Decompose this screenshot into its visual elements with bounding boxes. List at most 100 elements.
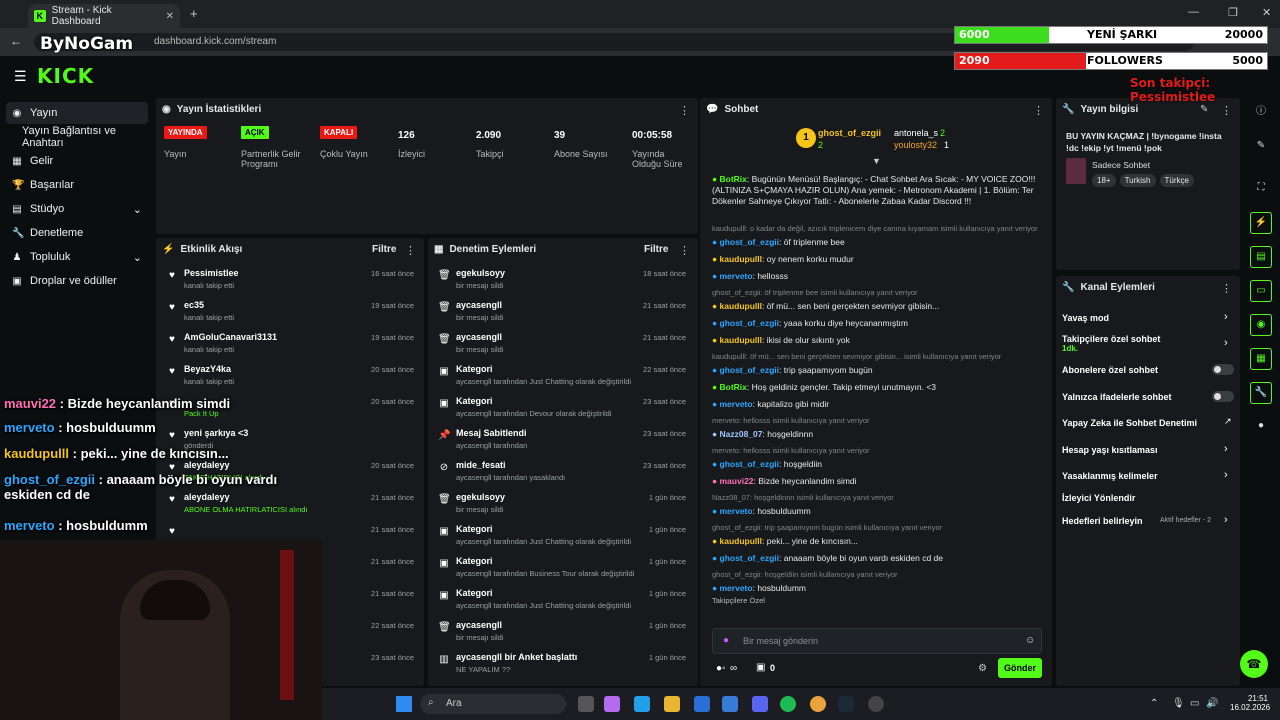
chat-username[interactable]: merveto (720, 399, 753, 409)
chevron-right-icon[interactable]: › (1224, 514, 1228, 526)
chat-username[interactable]: Nazz08_07 (720, 429, 763, 439)
tray-chevron-icon[interactable]: ⌃ (1150, 698, 1158, 709)
volume-icon[interactable]: 🔊 (1206, 698, 1218, 709)
broadcast-icon[interactable]: ◉ (1250, 314, 1272, 336)
points-icon[interactable]: ● (1250, 416, 1272, 438)
action-goals[interactable]: Hedefleri belirleyin (1062, 516, 1143, 526)
chat-username[interactable]: kaudupulll (720, 335, 763, 345)
sidebar-item-yayin[interactable]: ◉ Yayın (6, 102, 148, 124)
chat-username[interactable]: BotRix (720, 382, 747, 392)
action-raid[interactable]: İzleyici Yönlendir (1062, 493, 1135, 503)
chat-username[interactable]: ghost_of_ezgii (720, 459, 780, 469)
pin-icon[interactable]: ▼ (872, 156, 881, 166)
chevron-right-icon[interactable]: › (1224, 443, 1228, 455)
action-slow-mode[interactable]: Yavaş mod (1062, 313, 1109, 323)
new-tab-icon[interactable]: + (190, 6, 198, 21)
tag[interactable]: Turkish (1119, 174, 1156, 187)
chat-username[interactable]: mauvi22 (720, 476, 754, 486)
chat-input[interactable]: ● Bir mesaj gönderin ☺ (712, 628, 1042, 654)
more-options-icon[interactable]: ⋮ (1033, 104, 1044, 117)
info-icon[interactable]: ⓘ (1250, 102, 1272, 124)
list-icon[interactable]: ▤ (1250, 246, 1272, 268)
store-icon[interactable] (694, 696, 710, 712)
filter-button[interactable]: Filtre (372, 244, 396, 255)
discord-icon[interactable] (752, 696, 768, 712)
chat-username[interactable]: kaudupulll (720, 536, 763, 546)
wrench-icon[interactable]: 🔧 (1250, 382, 1272, 404)
chat-username[interactable]: merveto (720, 506, 753, 516)
chat-username[interactable]: ghost_of_ezgii (720, 318, 780, 328)
file-explorer-icon[interactable] (664, 696, 680, 712)
emoji-icon[interactable]: ☺ (1025, 635, 1035, 646)
chat-username[interactable]: kaudupulll (720, 254, 763, 264)
bolt-icon[interactable]: ⚡ (1250, 212, 1272, 234)
minimize-icon[interactable]: — (1188, 6, 1199, 18)
tag[interactable]: Türkçe (1159, 174, 1194, 187)
chrome-icon[interactable] (810, 696, 826, 712)
spotify-icon[interactable] (780, 696, 796, 712)
sidebar-item-topluluk[interactable]: ♟ Topluluk ⌄ (6, 246, 148, 268)
gift-icon[interactable]: ▣ (756, 662, 765, 673)
steam-icon[interactable] (838, 696, 854, 712)
chat-username[interactable]: BotRix (720, 174, 747, 184)
maximize-icon[interactable]: ❐ (1228, 6, 1238, 19)
more-options-icon[interactable]: ⋮ (1221, 104, 1232, 117)
action-account-age[interactable]: Hesap yaşı kısıtlaması (1062, 445, 1158, 455)
chat-username[interactable]: ghost_of_ezgii (720, 553, 780, 563)
network-icon[interactable]: ▭ (1190, 698, 1199, 709)
edge-icon[interactable] (634, 696, 650, 712)
external-link-icon[interactable]: ↗ (1224, 416, 1232, 427)
chevron-right-icon[interactable]: › (1224, 337, 1228, 349)
more-options-icon[interactable]: ⋮ (1221, 282, 1232, 295)
support-button[interactable]: ☎ (1240, 650, 1268, 678)
mail-icon[interactable] (722, 696, 738, 712)
sidebar-item-gelir[interactable]: ▦ Gelir (6, 150, 148, 172)
sidebar-item-studyo[interactable]: ▤ Stüdyo ⌄ (6, 198, 148, 220)
action-emote-only[interactable]: Yalnızca ifadelerle sohbet (1062, 392, 1172, 402)
settings-gear-icon[interactable]: ⚙ (978, 663, 987, 674)
more-options-icon[interactable]: ⋮ (679, 244, 690, 257)
taskbar-search[interactable]: ⌕ Ara (420, 694, 566, 714)
obs-icon[interactable] (868, 696, 884, 712)
action-followers-only[interactable]: Takipçilere özel sohbet (1062, 334, 1160, 344)
more-options-icon[interactable]: ⋮ (405, 244, 416, 257)
points-icon[interactable]: ●◦ (716, 663, 726, 674)
send-button[interactable]: Gönder (998, 658, 1042, 678)
clock[interactable]: 21:51 16.02.2026 (1230, 694, 1270, 712)
chat-username[interactable]: ghost_of_ezgii (720, 237, 780, 247)
close-tab-icon[interactable]: ✕ (166, 11, 174, 22)
back-icon[interactable]: ← (10, 34, 22, 48)
edit-icon[interactable]: ✎ (1250, 136, 1272, 158)
sidebar-item-label: Yayın Bağlantısı ve Anahtarı (22, 125, 116, 149)
chevron-right-icon[interactable]: › (1224, 469, 1228, 481)
chat-username[interactable]: ghost_of_ezgii (720, 365, 780, 375)
edit-icon[interactable]: ✎ (1200, 104, 1208, 115)
chat-icon[interactable]: ▭ (1250, 280, 1272, 302)
copilot-icon[interactable] (604, 696, 620, 712)
moderation-icon[interactable]: ▦ (1250, 348, 1272, 370)
chat-username[interactable]: merveto (720, 583, 753, 593)
subs-only-toggle[interactable] (1212, 364, 1234, 375)
sidebar-item-droplar[interactable]: ▣ Droplar ve ödüller (6, 270, 148, 292)
browser-tab[interactable]: K Stream - Kick Dashboard ✕ (28, 4, 180, 28)
sidebar-item-denetleme[interactable]: 🔧 Denetleme (6, 222, 148, 244)
chevron-right-icon[interactable]: › (1224, 311, 1228, 323)
action-ai-moderation[interactable]: Yapay Zeka ile Sohbet Denetimi (1062, 418, 1197, 428)
sidebar-item-basarilar[interactable]: 🏆 Başarılar (6, 174, 148, 196)
filter-button[interactable]: Filtre (644, 244, 668, 255)
windows-start-icon[interactable] (396, 696, 412, 712)
action-banned-words[interactable]: Yasaklanmış kelimeler (1062, 471, 1158, 481)
window-close-icon[interactable]: ✕ (1262, 6, 1271, 19)
menu-icon[interactable]: ☰ (14, 68, 27, 85)
emote-only-toggle[interactable] (1212, 391, 1234, 402)
mic-icon[interactable]: 🎙 (1172, 698, 1185, 709)
sidebar-item-stream-key[interactable]: Yayın Bağlantısı ve Anahtarı (16, 125, 158, 149)
action-subs-only[interactable]: Abonelere özel sohbet (1062, 365, 1158, 375)
tag[interactable]: 18+ (1092, 174, 1116, 187)
focus-icon[interactable]: ⛶ (1250, 178, 1272, 200)
chat-username[interactable]: merveto (720, 271, 753, 281)
chat-username[interactable]: kaudupulll (720, 301, 763, 311)
kick-logo[interactable]: KICK (37, 64, 94, 88)
more-options-icon[interactable]: ⋮ (679, 104, 690, 117)
task-view-icon[interactable] (578, 696, 594, 712)
